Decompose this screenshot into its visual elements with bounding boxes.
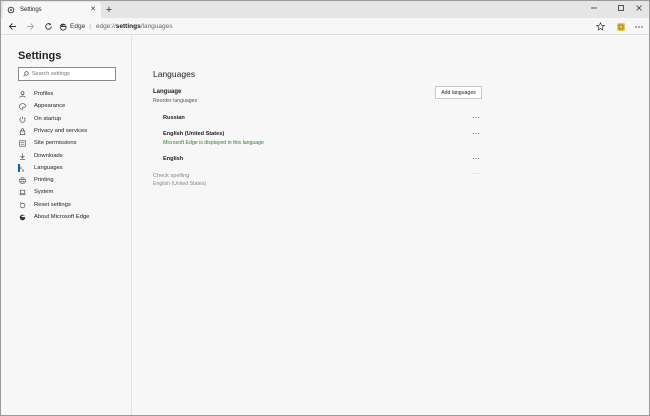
language-item-english: English (163, 156, 184, 162)
sidebar-item-label: On startup (34, 116, 62, 122)
person-icon (18, 90, 26, 98)
back-arrow-icon (8, 23, 16, 30)
close-window-button[interactable] (630, 1, 648, 14)
sidebar-item-on-startup[interactable]: On startup (18, 114, 128, 124)
sidebar-item-site-permissions[interactable]: Site permissions (18, 138, 128, 148)
edge-logo-icon (59, 23, 67, 31)
check-spelling-language: English (United States) (153, 181, 207, 187)
back-button[interactable] (5, 20, 19, 33)
download-icon (18, 152, 26, 160)
printer-icon (18, 176, 26, 184)
profile-button[interactable] (615, 21, 626, 32)
tab-close-button[interactable]: ✕ (89, 6, 97, 14)
refresh-button[interactable] (41, 20, 55, 33)
sidebar-item-label: Reset settings (34, 202, 71, 208)
minimize-button[interactable] (585, 1, 603, 14)
sidebar-item-label: Languages (34, 165, 63, 171)
site-permissions-icon (18, 139, 26, 147)
star-icon (595, 22, 605, 31)
search-box[interactable] (18, 67, 116, 81)
palette-icon (18, 102, 26, 110)
url-path: /languages (140, 23, 173, 30)
sidebar-item-system[interactable]: System (18, 187, 128, 197)
maximize-button[interactable] (612, 1, 630, 14)
language-more-button[interactable]: ··· (470, 130, 482, 139)
toolbar: Edge | edge://settings/languages (1, 18, 649, 35)
url-host: settings (115, 23, 141, 30)
tab-title: Settings (20, 7, 42, 13)
browser-window: Settings ✕ + Edge | edge://settings/lang… (0, 0, 650, 416)
sidebar-item-label: Printing (34, 177, 54, 183)
new-tab-button[interactable]: + (103, 4, 115, 16)
address-app-label: Edge (70, 23, 86, 30)
language-more-button[interactable]: ··· (470, 155, 482, 164)
settings-sidebar: Settings Profiles Appearance On startup … (1, 36, 132, 415)
favorite-button[interactable] (595, 20, 605, 33)
gear-icon (7, 6, 15, 14)
sidebar-item-about-edge[interactable]: About Microsoft Edge (18, 212, 128, 222)
page-title: Languages (153, 69, 196, 79)
spelling-more-button[interactable]: ··· (470, 170, 482, 179)
language-item-russian: Russian (163, 115, 185, 121)
address-url[interactable]: edge://settings/languages (96, 23, 173, 30)
search-input[interactable] (31, 71, 115, 77)
search-icon (23, 71, 29, 77)
sidebar-title: Settings (18, 50, 62, 62)
language-section-title: Language (153, 89, 182, 95)
power-icon (18, 115, 26, 123)
url-scheme: edge:// (95, 23, 116, 30)
ellipsis-icon (634, 25, 643, 28)
sidebar-item-appearance[interactable]: Appearance (18, 101, 128, 111)
display-language-note: Microsoft Edge is displayed in this lang… (163, 140, 264, 146)
sidebar-item-languages[interactable]: Aa Languages (18, 163, 128, 173)
sidebar-item-label: Downloads (34, 153, 63, 159)
address-bar[interactable]: Edge | edge://settings/languages (59, 20, 609, 33)
add-languages-button[interactable]: Add languages (435, 86, 482, 99)
sidebar-item-label: About Microsoft Edge (34, 214, 90, 220)
sidebar-item-label: Site permissions (34, 140, 77, 146)
languages-icon: Aa (18, 164, 26, 172)
check-spelling-title: Check spelling (153, 173, 190, 179)
collections-icon (616, 22, 625, 31)
language-more-button[interactable]: ··· (470, 114, 482, 123)
reset-icon (18, 201, 26, 209)
sidebar-item-label: Appearance (34, 103, 66, 109)
main-content: Languages Language Reorder languages Add… (133, 36, 649, 415)
language-item-english-us: English (United States) (163, 131, 225, 137)
sidebar-item-label: Privacy and services (34, 128, 88, 134)
tab-strip: Settings ✕ + (1, 1, 649, 18)
forward-arrow-icon (26, 23, 34, 30)
address-separator: | (89, 23, 91, 30)
sidebar-item-downloads[interactable]: Downloads (18, 151, 128, 161)
edge-logo-icon (18, 213, 26, 221)
sidebar-item-privacy[interactable]: Privacy and services (18, 126, 128, 136)
laptop-icon (18, 188, 26, 196)
refresh-icon (44, 22, 52, 30)
tab-settings[interactable]: Settings ✕ (3, 2, 101, 18)
sidebar-item-printing[interactable]: Printing (18, 175, 128, 185)
sidebar-item-label: System (34, 189, 54, 195)
sidebar-item-reset-settings[interactable]: Reset settings (18, 200, 128, 210)
language-section-subtitle: Reorder languages (153, 98, 198, 104)
lock-icon (18, 127, 26, 135)
sidebar-item-label: Profiles (34, 91, 54, 97)
svg-text:a: a (22, 168, 24, 171)
sidebar-item-profiles[interactable]: Profiles (18, 89, 128, 99)
forward-button[interactable] (23, 20, 37, 33)
more-menu-button[interactable] (633, 21, 644, 32)
